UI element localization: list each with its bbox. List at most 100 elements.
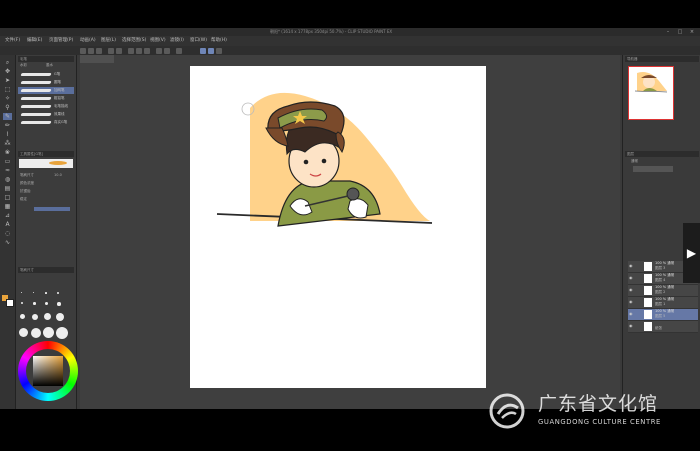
menu-edit[interactable]: 编辑(E) bbox=[27, 36, 42, 46]
menu-page[interactable]: 页面管理(P) bbox=[49, 36, 73, 46]
size-value[interactable]: 10.0 bbox=[54, 173, 62, 178]
operation-icon[interactable]: ➤ bbox=[3, 77, 12, 84]
decoration-icon[interactable]: ❀ bbox=[3, 149, 12, 156]
move-icon[interactable]: ✥ bbox=[3, 68, 12, 75]
minimize-icon[interactable]: – bbox=[664, 29, 672, 35]
undo-icon[interactable] bbox=[108, 47, 114, 54]
gradient-icon[interactable]: ▤ bbox=[3, 185, 12, 192]
tab-ink[interactable]: 墨水 bbox=[46, 63, 53, 68]
navigator-thumbnail[interactable] bbox=[628, 66, 674, 120]
brush-item[interactable]: G笔 bbox=[18, 71, 74, 78]
auto-select-icon[interactable]: ✧ bbox=[3, 95, 12, 102]
pencil-icon[interactable]: ✏ bbox=[3, 122, 12, 129]
correct-line-icon[interactable]: ∿ bbox=[3, 239, 12, 246]
zoom-icon[interactable]: ⌕ bbox=[3, 59, 12, 66]
brush-stroke-preview bbox=[20, 73, 52, 76]
new-file-icon[interactable] bbox=[80, 47, 86, 54]
menu-window[interactable]: 窗口(W) bbox=[190, 36, 207, 46]
brush-stroke-preview bbox=[20, 97, 52, 100]
brush-stroke-preview bbox=[20, 105, 52, 108]
paste-icon[interactable] bbox=[144, 47, 150, 54]
layer-thumbnail bbox=[644, 274, 652, 283]
eye-icon[interactable]: ◉ bbox=[629, 300, 633, 304]
layer-row-selected[interactable]: ◉ 100 % 通常 图层 5 bbox=[628, 309, 698, 321]
eye-icon[interactable]: ◉ bbox=[629, 264, 633, 268]
redo-icon[interactable] bbox=[116, 47, 122, 54]
artwork bbox=[216, 92, 433, 227]
brush-item[interactable]: 真实G笔 bbox=[18, 119, 74, 126]
snap-special-icon[interactable] bbox=[216, 47, 222, 54]
pen-icon[interactable]: ✎ bbox=[3, 113, 12, 120]
brush-item[interactable]: 圆笔 bbox=[18, 79, 74, 86]
layer-property-title: 图层 bbox=[625, 151, 699, 157]
clear-icon[interactable] bbox=[156, 47, 162, 54]
menu-animation[interactable]: 动画(A) bbox=[80, 36, 96, 46]
frame-icon[interactable]: ▦ bbox=[3, 203, 12, 210]
eye-icon[interactable]: ◉ bbox=[629, 276, 633, 280]
blend-icon[interactable]: ≈ bbox=[3, 167, 12, 174]
cut-icon[interactable] bbox=[128, 47, 134, 54]
brush-item[interactable]: 毛笔描线 bbox=[18, 103, 74, 110]
tool-property-title: 工具属性[G笔] bbox=[18, 151, 74, 157]
eye-icon[interactable]: ◉ bbox=[629, 288, 633, 292]
layer-row[interactable]: ◉ 100 % 通常 图层 2 bbox=[628, 285, 698, 297]
snap-ruler-icon[interactable] bbox=[200, 47, 206, 54]
menu-selection[interactable]: 选择范围(S) bbox=[122, 36, 146, 46]
layer-thumbnail bbox=[644, 262, 652, 271]
layer-row[interactable]: ◉ 纸张 bbox=[628, 321, 698, 333]
antialias-selector[interactable] bbox=[34, 207, 70, 211]
text-icon[interactable]: A bbox=[3, 221, 12, 228]
blend-mode-select[interactable] bbox=[633, 166, 673, 172]
tab-watercolor[interactable]: 水彩 bbox=[20, 63, 27, 68]
command-bar bbox=[0, 46, 700, 55]
watermark-chinese: 广东省文化馆 bbox=[538, 393, 659, 415]
watermark-english: GUANGDONG CULTURE CENTRE bbox=[538, 418, 661, 426]
transform-icon[interactable] bbox=[176, 47, 182, 54]
menu-view[interactable]: 视图(V) bbox=[150, 36, 166, 46]
airbrush-icon[interactable]: ⁂ bbox=[3, 140, 12, 147]
layer-thumbnail bbox=[644, 298, 652, 307]
save-icon[interactable] bbox=[96, 47, 102, 54]
tool-column: ⌕ ✥ ➤ ⬚ ✧ ⚲ ✎ ✏ ⌇ ⁂ ❀ ▭ ≈ ◍ ▤ □ ▦ ⊿ A ◌ … bbox=[0, 55, 16, 409]
brush-stroke-preview bbox=[20, 121, 52, 124]
snap-grid-icon[interactable] bbox=[208, 47, 214, 54]
open-file-icon[interactable] bbox=[88, 47, 94, 54]
maximize-icon[interactable]: □ bbox=[676, 29, 684, 35]
select-icon[interactable]: ⬚ bbox=[3, 86, 12, 93]
close-icon[interactable]: × bbox=[688, 29, 696, 35]
eyedropper-icon[interactable]: ⚲ bbox=[3, 104, 12, 111]
brush-icon[interactable]: ⌇ bbox=[3, 131, 12, 138]
subtool-title: 毛笔 bbox=[18, 56, 74, 62]
figure-icon[interactable]: □ bbox=[3, 194, 12, 201]
brush-item[interactable]: 粗铅笔 bbox=[18, 95, 74, 102]
brush-stroke-preview bbox=[20, 113, 52, 116]
property-density: 颜色浓度 bbox=[20, 181, 34, 185]
brush-item-selected[interactable]: 加网笔 bbox=[18, 87, 74, 94]
color-square[interactable] bbox=[33, 356, 63, 386]
balloon-icon[interactable]: ◌ bbox=[3, 230, 12, 237]
ruler-icon[interactable]: ⊿ bbox=[3, 212, 12, 219]
drawing-paper[interactable] bbox=[190, 66, 486, 388]
layer-thumbnail bbox=[644, 286, 652, 295]
next-arrow-icon[interactable]: ▶ bbox=[683, 223, 700, 283]
layer-thumbnail bbox=[644, 322, 652, 331]
canvas-tab[interactable] bbox=[80, 55, 114, 63]
eraser-icon[interactable]: ▭ bbox=[3, 158, 12, 165]
color-wheel[interactable] bbox=[18, 341, 78, 401]
fill-bucket-icon[interactable]: ◍ bbox=[3, 176, 12, 183]
fill-icon[interactable] bbox=[164, 47, 170, 54]
menu-help[interactable]: 帮助(H) bbox=[211, 36, 227, 46]
eye-icon[interactable]: ◉ bbox=[629, 312, 633, 316]
brush-stroke-preview bbox=[20, 81, 52, 84]
culture-centre-logo-icon bbox=[489, 393, 525, 429]
layer-row[interactable]: ◉ 100 % 通常 图层 1 bbox=[628, 297, 698, 309]
eye-icon[interactable]: ◉ bbox=[629, 324, 633, 328]
brush-item[interactable]: 效果线 bbox=[18, 111, 74, 118]
menu-layer[interactable]: 图层(L) bbox=[101, 36, 116, 46]
sub-color-swatch[interactable] bbox=[6, 299, 14, 307]
menu-filter[interactable]: 滤镜(I) bbox=[170, 36, 184, 46]
copy-icon[interactable] bbox=[136, 47, 142, 54]
menu-file[interactable]: 文件(F) bbox=[5, 36, 20, 46]
watermark: 广东省文化馆 GUANGDONG CULTURE CENTRE bbox=[488, 390, 688, 434]
brush-size-grid[interactable] bbox=[19, 288, 73, 346]
